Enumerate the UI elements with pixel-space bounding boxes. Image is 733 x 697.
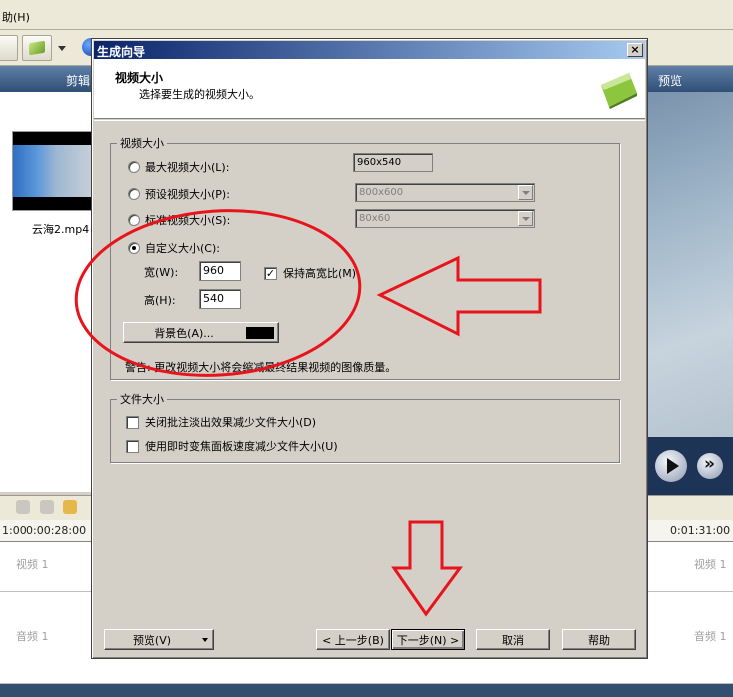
preset-size-radio[interactable]	[128, 188, 140, 200]
preset-size-option[interactable]: 预设视频大小(P):	[128, 186, 230, 202]
fast-forward-icon[interactable]	[697, 453, 723, 479]
preview-button[interactable]: 预览(V)	[104, 629, 214, 650]
file-size-legend: 文件大小	[120, 393, 164, 406]
ruler-tick: 0:01:31:00	[670, 524, 731, 537]
custom-size-radio[interactable]	[128, 242, 140, 254]
max-size-label: 最大视频大小(L):	[145, 161, 230, 174]
preset-size-select[interactable]: 800x600	[355, 183, 535, 202]
standard-size-radio[interactable]	[128, 214, 140, 226]
list-view-button[interactable]	[0, 35, 18, 61]
wizard-header: 视频大小 选择要生成的视频大小。	[94, 59, 645, 119]
smart-focus-checkbox[interactable]	[126, 439, 139, 453]
video-track-label: 视频 1	[16, 558, 49, 571]
produce-icon[interactable]	[22, 35, 52, 61]
background-color-label: 背景色(A)...	[154, 326, 214, 340]
width-input[interactable]: 960	[199, 261, 241, 281]
chevron-down-icon[interactable]	[518, 185, 533, 200]
marker-icon[interactable]	[16, 500, 30, 514]
step-subtitle: 选择要生成的视频大小。	[139, 88, 260, 101]
tab-preview[interactable]: 预览	[658, 72, 682, 89]
menu-bar: 助(H)	[0, 0, 733, 30]
width-label: 宽(W):	[144, 266, 179, 279]
audio-track-label-right: 音频 1	[694, 630, 727, 643]
header-divider	[94, 120, 645, 121]
dialog-title: 生成向导	[97, 45, 146, 59]
chevron-down-icon[interactable]	[518, 211, 533, 226]
ruler-tick: 0:00:28:00	[26, 524, 87, 537]
background-color-swatch	[246, 327, 274, 339]
standard-size-label: 标准视频大小(S):	[145, 214, 231, 227]
callout-fade-option[interactable]: 关闭批注淡出效果减少文件大小(D)	[126, 414, 316, 430]
callout-fade-label: 关闭批注淡出效果减少文件大小(D)	[145, 416, 317, 429]
next-button[interactable]: 下一步(N) >	[391, 629, 465, 650]
standard-size-option[interactable]: 标准视频大小(S):	[128, 212, 230, 228]
clip-name: 云海2.mp4	[32, 223, 90, 236]
menu-help[interactable]: 助(H)	[2, 9, 30, 25]
keep-ratio-option[interactable]: ✓ 保持高宽比(M)	[264, 265, 356, 281]
thumbnail-image	[13, 145, 91, 197]
produce-logo-icon	[601, 73, 637, 109]
back-button[interactable]: < 上一步(B)	[316, 629, 390, 650]
play-icon[interactable]	[655, 450, 687, 482]
status-strip	[0, 684, 733, 697]
custom-size-label: 自定义大小(C):	[145, 242, 220, 255]
chevron-down-icon	[202, 638, 208, 642]
ruler-tick: 1:00	[2, 524, 27, 537]
cancel-button[interactable]: 取消	[476, 629, 550, 650]
step-title: 视频大小	[115, 71, 164, 85]
max-size-value: 960x540	[353, 153, 433, 172]
height-label: 高(H):	[144, 294, 176, 307]
size-warning: 警告: 更改视频大小将会缩减最终结果视频的图像质量。	[125, 361, 397, 374]
produce-wizard-dialog: 生成向导 × 视频大小 选择要生成的视频大小。 视频大小 最大视频大小(L): …	[91, 38, 648, 659]
keep-ratio-checkbox[interactable]: ✓	[264, 266, 277, 280]
height-input[interactable]: 540	[199, 289, 241, 309]
tab-edit[interactable]: 剪辑	[66, 72, 90, 89]
max-size-radio[interactable]	[128, 161, 140, 173]
audio-icon[interactable]	[63, 500, 77, 514]
split-icon[interactable]	[40, 500, 54, 514]
keep-ratio-label: 保持高宽比(M)	[283, 267, 357, 280]
custom-size-option[interactable]: 自定义大小(C):	[128, 240, 220, 256]
background-color-button[interactable]: 背景色(A)...	[123, 322, 279, 343]
preset-size-value: 800x600	[359, 187, 404, 198]
callout-fade-checkbox[interactable]	[126, 415, 139, 429]
close-button[interactable]: ×	[627, 43, 643, 57]
smart-focus-option[interactable]: 使用即时变焦面板速度减少文件大小(U)	[126, 438, 338, 454]
smart-focus-label: 使用即时变焦面板速度减少文件大小(U)	[145, 440, 338, 453]
help-button[interactable]: 帮助	[562, 629, 636, 650]
clip-thumbnail[interactable]	[12, 131, 92, 211]
chevron-down-icon[interactable]	[58, 46, 66, 51]
video-size-legend: 视频大小	[120, 137, 164, 150]
max-size-option[interactable]: 最大视频大小(L):	[128, 159, 229, 175]
dialog-titlebar[interactable]: 生成向导 ×	[94, 41, 645, 59]
preview-label: 预览(V)	[132, 633, 172, 647]
audio-track-label: 音频 1	[16, 630, 49, 643]
video-track-label-right: 视频 1	[694, 558, 727, 571]
preset-size-label: 预设视频大小(P):	[145, 188, 230, 201]
standard-size-select[interactable]: 80x60	[355, 209, 535, 228]
clip-library	[0, 92, 92, 492]
preview-canvas	[648, 92, 733, 437]
standard-size-value: 80x60	[359, 213, 391, 224]
